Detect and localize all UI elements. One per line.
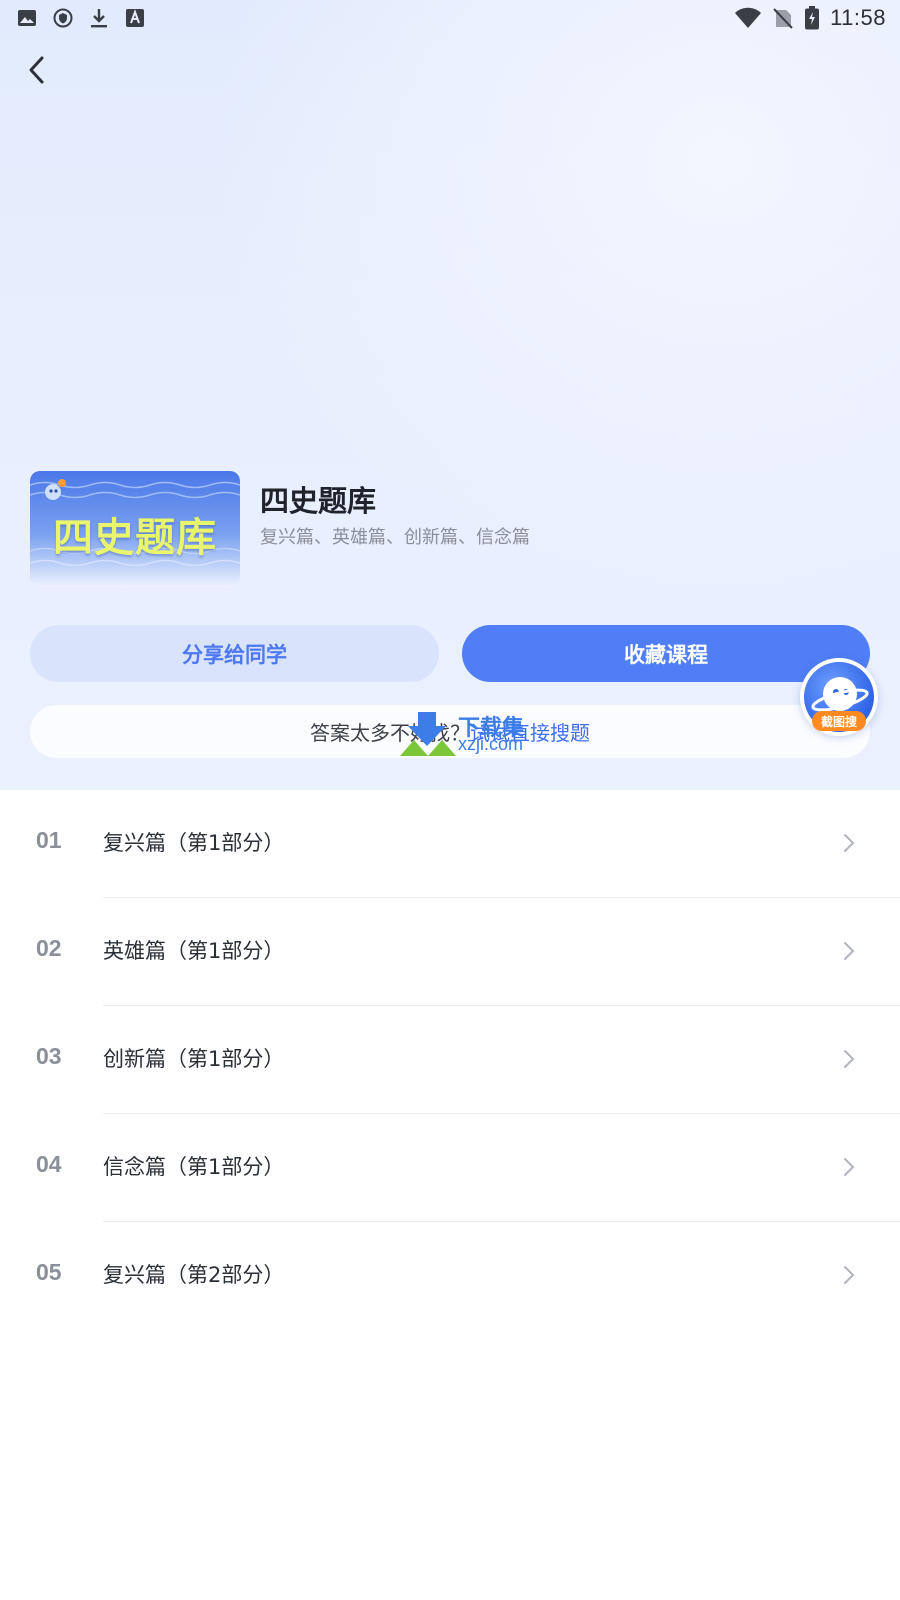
chapter-item[interactable]: 03 创新篇（第1部分） — [0, 1006, 900, 1114]
wifi-icon — [734, 7, 762, 29]
watermark-domain: xzji.com — [458, 734, 524, 754]
chevron-right-icon — [844, 1050, 855, 1068]
chapter-number: 04 — [36, 1151, 62, 1177]
chevron-right-icon — [844, 1158, 855, 1176]
chevron-right-icon — [844, 834, 855, 852]
status-time: 11:58 — [830, 5, 886, 30]
chevron-right-icon — [844, 1266, 855, 1284]
course-subtitle: 复兴篇、英雄篇、创新篇、信念篇 — [260, 527, 530, 548]
course-title: 四史题库 — [260, 484, 377, 518]
chapter-title: 信念篇（第1部分） — [103, 1155, 285, 1179]
chapter-number: 02 — [36, 935, 62, 961]
chapter-number: 03 — [36, 1043, 62, 1069]
chevron-left-icon — [29, 56, 44, 84]
chapter-item[interactable]: 01 复兴篇（第1部分） — [0, 790, 900, 898]
chapter-item[interactable]: 05 复兴篇（第2部分） — [0, 1222, 900, 1330]
chapter-number: 01 — [36, 827, 62, 853]
chapter-item[interactable]: 04 信念篇（第1部分） — [0, 1114, 900, 1222]
chapter-title: 复兴篇（第2部分） — [103, 1263, 285, 1287]
status-left — [16, 7, 146, 29]
cover-title: 四史题库 — [53, 515, 217, 561]
status-right: 11:58 — [734, 5, 886, 31]
chapter-list: 01 复兴篇（第1部分） 02 英雄篇（第1部分） 03 创新篇（第1部分） 0… — [0, 790, 900, 1330]
chapter-title: 复兴篇（第1部分） — [103, 831, 285, 855]
back-button[interactable] — [16, 50, 56, 90]
chapter-number: 05 — [36, 1259, 62, 1285]
chapter-title: 英雄篇（第1部分） — [103, 939, 285, 963]
screenshot-search-button[interactable]: 截图搜 — [800, 658, 878, 736]
watermark-logo-icon — [400, 712, 456, 756]
chevron-right-icon — [844, 942, 855, 960]
share-button[interactable]: 分享给同学 — [30, 625, 439, 682]
shield-icon — [52, 7, 74, 29]
status-bar: 11:58 — [0, 0, 900, 36]
download-icon — [88, 7, 110, 29]
screenshot-search-badge: 截图搜 — [812, 711, 866, 731]
page: 11:58 四史题库 四史题库 复兴篇、英雄篇、创新篇、信念篇 分享给同学 收藏… — [0, 0, 900, 1600]
no-sim-icon — [772, 7, 794, 29]
watermark: 下载集 xzji.com — [400, 710, 540, 760]
image-icon — [16, 7, 38, 29]
course-cover: 四史题库 — [30, 471, 240, 587]
battery-charging-icon — [804, 6, 820, 30]
chapter-item[interactable]: 02 英雄篇（第1部分） — [0, 898, 900, 1006]
chapter-title: 创新篇（第1部分） — [103, 1047, 285, 1071]
text-a-icon — [124, 7, 146, 29]
mascot-icon — [45, 479, 66, 500]
